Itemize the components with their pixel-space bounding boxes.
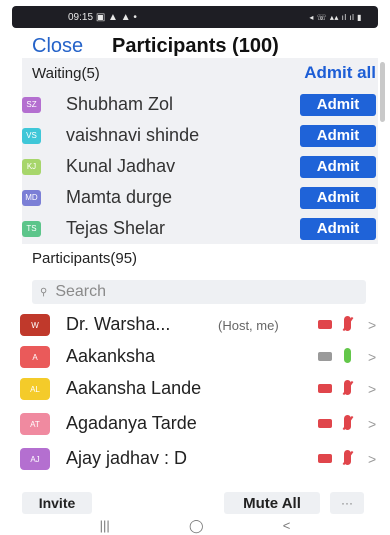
back-icon[interactable]: < bbox=[283, 518, 291, 533]
video-off-icon[interactable] bbox=[318, 320, 332, 329]
avatar: W bbox=[20, 314, 50, 336]
video-off-icon[interactable] bbox=[318, 419, 332, 428]
more-options-button[interactable]: ··· bbox=[330, 492, 364, 514]
status-bar: 09:15 ▣ ▲ ▲ • ◂ ☏ ▴▴ ıl ıl ▮ bbox=[12, 6, 378, 28]
waiting-name: Kunal Jadhav bbox=[66, 156, 176, 176]
participant-name: Ajay jadhav : D bbox=[66, 448, 188, 468]
search-icon: ⚲ bbox=[40, 286, 48, 298]
recents-icon[interactable]: ||| bbox=[100, 518, 110, 533]
participant-row[interactable]: A Aakanksha > bbox=[0, 341, 390, 375]
participant-name: Aakanksha bbox=[66, 346, 156, 366]
mute-all-button[interactable]: Mute All bbox=[224, 492, 320, 514]
waiting-header: Waiting(5) Admit all bbox=[22, 58, 378, 88]
waiting-name: Shubham Zol bbox=[66, 94, 174, 114]
host-tag: (Host, me) bbox=[218, 318, 279, 333]
admit-button[interactable]: Admit bbox=[300, 186, 376, 209]
waiting-row: VS vaishnavi shinde Admit bbox=[22, 120, 378, 151]
avatar: AT bbox=[20, 413, 50, 435]
avatar: KJ bbox=[22, 158, 41, 175]
participant-row[interactable]: AT Agadanya Tarde > bbox=[0, 408, 390, 442]
page-title: Participants (100) bbox=[112, 34, 279, 57]
video-off-icon[interactable] bbox=[318, 384, 332, 393]
chevron-right-icon[interactable]: > bbox=[368, 451, 376, 467]
admit-button[interactable]: Admit bbox=[300, 93, 376, 116]
mic-on-icon[interactable] bbox=[344, 348, 351, 363]
search-placeholder: Search bbox=[55, 283, 107, 300]
avatar: TS bbox=[22, 220, 41, 237]
admit-button[interactable]: Admit bbox=[300, 155, 376, 178]
avatar: MD bbox=[22, 189, 41, 206]
status-signal-icons: ◂ ☏ ▴▴ ıl ıl ▮ bbox=[309, 12, 362, 22]
waiting-row: SZ Shubham Zol Admit bbox=[22, 89, 378, 120]
status-notification-icons: ▣ ▲ ▲ • bbox=[95, 11, 137, 23]
avatar: SZ bbox=[22, 96, 41, 113]
waiting-name: Mamta durge bbox=[66, 187, 173, 207]
header: Close Participants (100) bbox=[0, 32, 390, 60]
chevron-right-icon[interactable]: > bbox=[368, 381, 376, 397]
scrollbar[interactable] bbox=[380, 62, 385, 122]
invite-button[interactable]: Invite bbox=[22, 492, 92, 514]
waiting-name: Tejas Shelar bbox=[66, 218, 166, 238]
participant-row[interactable]: AL Aakansha Lande > bbox=[0, 373, 390, 407]
admit-button[interactable]: Admit bbox=[300, 217, 376, 240]
participant-row[interactable]: AJ Ajay jadhav : D > bbox=[0, 443, 390, 477]
waiting-row: MD Mamta durge Admit bbox=[22, 182, 378, 213]
chevron-right-icon[interactable]: > bbox=[368, 349, 376, 365]
video-off-icon[interactable] bbox=[318, 454, 332, 463]
participant-name: Agadanya Tarde bbox=[66, 413, 197, 433]
chevron-right-icon[interactable]: > bbox=[368, 317, 376, 333]
avatar: AJ bbox=[20, 448, 50, 470]
status-time: 09:15 bbox=[68, 11, 94, 23]
participant-name: Dr. Warsha... bbox=[66, 314, 171, 334]
participant-name: Aakansha Lande bbox=[66, 378, 202, 398]
close-button[interactable]: Close bbox=[32, 35, 83, 58]
chevron-right-icon[interactable]: > bbox=[368, 416, 376, 432]
waiting-label: Waiting(5) bbox=[32, 64, 100, 82]
video-on-icon[interactable] bbox=[318, 352, 332, 361]
avatar: VS bbox=[22, 127, 41, 144]
status-left: 09:15 ▣ ▲ ▲ • bbox=[68, 12, 137, 23]
waiting-name: vaishnavi shinde bbox=[66, 125, 200, 145]
waiting-row: KJ Kunal Jadhav Admit bbox=[22, 151, 378, 182]
participant-row[interactable]: W Dr. Warsha... (Host, me) > bbox=[0, 309, 390, 343]
avatar: A bbox=[20, 346, 50, 368]
waiting-room-section: Waiting(5) Admit all SZ Shubham Zol Admi… bbox=[22, 58, 378, 244]
home-icon[interactable]: ◯ bbox=[189, 518, 204, 534]
bottom-action-bar: Invite Mute All ··· bbox=[22, 492, 368, 514]
admit-all-button[interactable]: Admit all bbox=[304, 63, 376, 83]
system-nav-bar: ||| ◯ < bbox=[0, 516, 390, 535]
avatar: AL bbox=[20, 378, 50, 400]
admit-button[interactable]: Admit bbox=[300, 124, 376, 147]
waiting-row: TS Tejas Shelar Admit bbox=[22, 213, 378, 244]
participants-label: Participants(95) bbox=[32, 250, 138, 267]
search-input[interactable]: ⚲ Search bbox=[32, 280, 366, 304]
